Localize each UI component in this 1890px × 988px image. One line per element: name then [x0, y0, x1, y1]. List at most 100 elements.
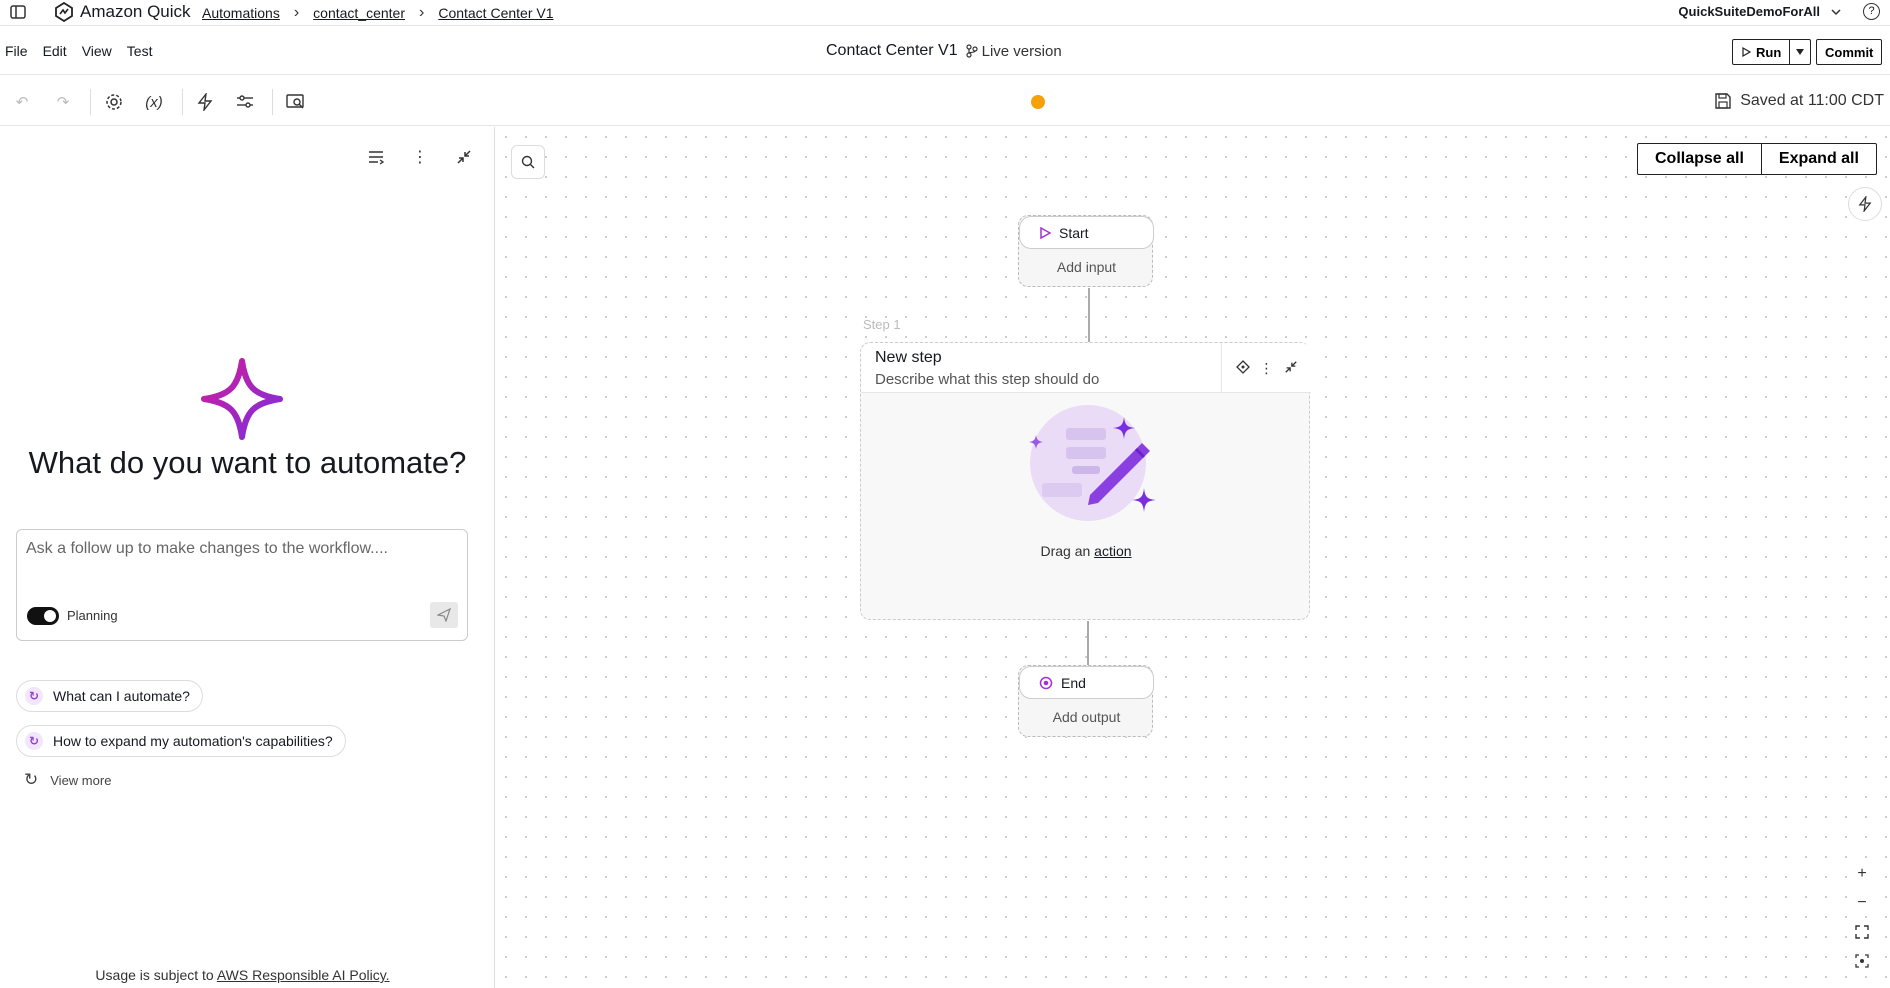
redo-icon[interactable]: ↷ [52, 91, 74, 113]
drag-action-illustration-icon [1029, 405, 1156, 521]
account-menu[interactable]: QuickSuiteDemoForAll [1678, 4, 1842, 19]
step-tools: ⋮ [1221, 343, 1311, 393]
chat-input-placeholder[interactable]: Ask a follow up to make changes to the w… [26, 540, 388, 558]
view-more-label: View more [50, 772, 112, 788]
fit-view-icon[interactable] [1850, 920, 1874, 944]
breadcrumb: Automations › contact_center › Contact C… [202, 4, 554, 22]
run-label: Run [1756, 44, 1782, 60]
drag-prefix: Drag an [1040, 543, 1095, 559]
refresh-icon: ↻ [24, 770, 39, 789]
more-options-icon[interactable]: ⋮ [410, 147, 430, 167]
suggestion-chip[interactable]: ↻ How to expand my automation's capabili… [16, 725, 346, 757]
suggestion-chip[interactable]: ↻ What can I automate? [16, 680, 203, 712]
start-node-header[interactable]: Start [1019, 216, 1154, 249]
responsible-ai-policy-link[interactable]: AWS Responsible AI Policy. [217, 967, 390, 983]
help-icon[interactable]: ? [1863, 3, 1880, 20]
menu-bar: File Edit View Test Contact Center V1 Li… [0, 25, 1890, 75]
workflow-canvas[interactable]: Collapse all Expand all Start Add input … [496, 127, 1890, 988]
start-node[interactable]: Start Add input [1018, 215, 1154, 287]
preview-icon[interactable] [285, 91, 307, 113]
suggestion-icon: ↻ [25, 732, 43, 750]
suggestion-icon: ↻ [25, 687, 43, 705]
step-title[interactable]: New step [875, 349, 942, 367]
ai-sparkle-icon [201, 358, 283, 440]
bolt-icon[interactable] [194, 91, 216, 113]
breadcrumb-automations[interactable]: Automations [202, 5, 280, 21]
step-header: New step Describe what this step should … [861, 343, 1311, 393]
save-status: Saved at 11:00 CDT [1714, 92, 1884, 110]
version-label: Live version [981, 42, 1062, 60]
amazon-quick-logo-icon [55, 2, 73, 22]
variables-icon[interactable]: (x) [143, 91, 165, 113]
chat-input-box[interactable]: Ask a follow up to make changes to the w… [16, 529, 468, 641]
end-node-header[interactable]: End [1019, 666, 1154, 699]
caret-down-icon [1796, 49, 1805, 55]
menu-list: File Edit View Test [5, 43, 152, 59]
menu-test[interactable]: Test [127, 43, 153, 59]
breadcrumb-folder[interactable]: contact_center [313, 5, 405, 21]
menu-file[interactable]: File [5, 43, 28, 59]
add-output-link[interactable]: Add output [1019, 709, 1154, 725]
search-icon [521, 155, 535, 169]
drag-action-hint: Drag an action [861, 543, 1311, 559]
expand-all-button[interactable]: Expand all [1761, 143, 1877, 175]
view-more-link[interactable]: ↻ View more [24, 770, 111, 790]
history-list-icon[interactable] [366, 147, 386, 167]
zoom-in-icon[interactable]: + [1850, 862, 1874, 886]
send-button[interactable] [430, 602, 458, 628]
step-card[interactable]: New step Describe what this step should … [860, 342, 1311, 620]
assistant-headline: What do you want to automate? [28, 445, 467, 480]
toolbar-divider [272, 89, 273, 115]
planning-label: Planning [67, 608, 118, 623]
toolbar-divider [90, 89, 91, 115]
usage-prefix: Usage is subject to [95, 967, 217, 983]
save-icon [1715, 93, 1731, 109]
minimize-icon[interactable] [454, 147, 474, 167]
collapse-all-button[interactable]: Collapse all [1637, 143, 1762, 175]
document-title: Contact Center V1 Live version [826, 42, 1062, 60]
planning-toggle[interactable] [27, 607, 59, 625]
send-icon [437, 608, 451, 622]
play-icon [1040, 226, 1051, 239]
menu-view[interactable]: View [82, 43, 112, 59]
step-description[interactable]: Describe what this step should do [875, 371, 1099, 388]
sidebar-toggle-icon[interactable] [9, 3, 27, 21]
canvas-search-button[interactable] [511, 145, 545, 179]
saved-text: Saved at 11:00 CDT [1740, 92, 1884, 109]
account-name: QuickSuiteDemoForAll [1678, 4, 1820, 19]
run-button[interactable]: Run [1732, 39, 1791, 65]
chevron-right-icon: › [419, 4, 425, 21]
commit-button[interactable]: Commit [1816, 39, 1883, 65]
step-collapse-icon[interactable] [1284, 360, 1298, 377]
chevron-right-icon: › [293, 4, 300, 21]
add-input-link[interactable]: Add input [1019, 259, 1154, 275]
branch-icon [966, 44, 978, 58]
step-number-label: Step 1 [863, 317, 901, 332]
breadcrumb-current[interactable]: Contact Center V1 [438, 5, 553, 21]
step-more-icon[interactable]: ⋮ [1260, 360, 1274, 377]
settings-icon[interactable] [103, 91, 125, 113]
center-view-icon[interactable] [1850, 949, 1874, 973]
zoom-out-icon[interactable]: − [1850, 891, 1874, 915]
stop-circle-icon [1039, 676, 1053, 689]
top-bar: Amazon Quick Automations › contact_cente… [0, 0, 1890, 25]
brand[interactable]: Amazon Quick [54, 2, 191, 22]
run-dropdown-button[interactable] [1790, 39, 1812, 65]
action-link[interactable]: action [1094, 543, 1131, 559]
usage-notice: Usage is subject to AWS Responsible AI P… [0, 967, 485, 983]
quick-actions-bolt-icon[interactable] [1848, 187, 1882, 221]
start-label: Start [1059, 224, 1089, 241]
chevron-down-icon [1831, 8, 1841, 15]
diamond-route-icon[interactable] [1235, 359, 1250, 377]
panel-actions: ⋮ [366, 147, 474, 167]
undo-icon[interactable]: ↶ [11, 91, 33, 113]
assistant-panel: ⋮ What do you want to automate? Ask a fo… [0, 127, 495, 988]
sliders-icon[interactable] [234, 91, 256, 113]
unsaved-status-dot [1031, 95, 1045, 109]
suggestion-text: How to expand my automation's capabiliti… [53, 733, 333, 749]
end-node[interactable]: End Add output [1018, 665, 1154, 737]
connector-line [1087, 621, 1089, 665]
version-indicator[interactable]: Live version [966, 43, 1062, 60]
menu-edit[interactable]: Edit [43, 43, 67, 59]
run-button-group: Run [1732, 39, 1812, 65]
